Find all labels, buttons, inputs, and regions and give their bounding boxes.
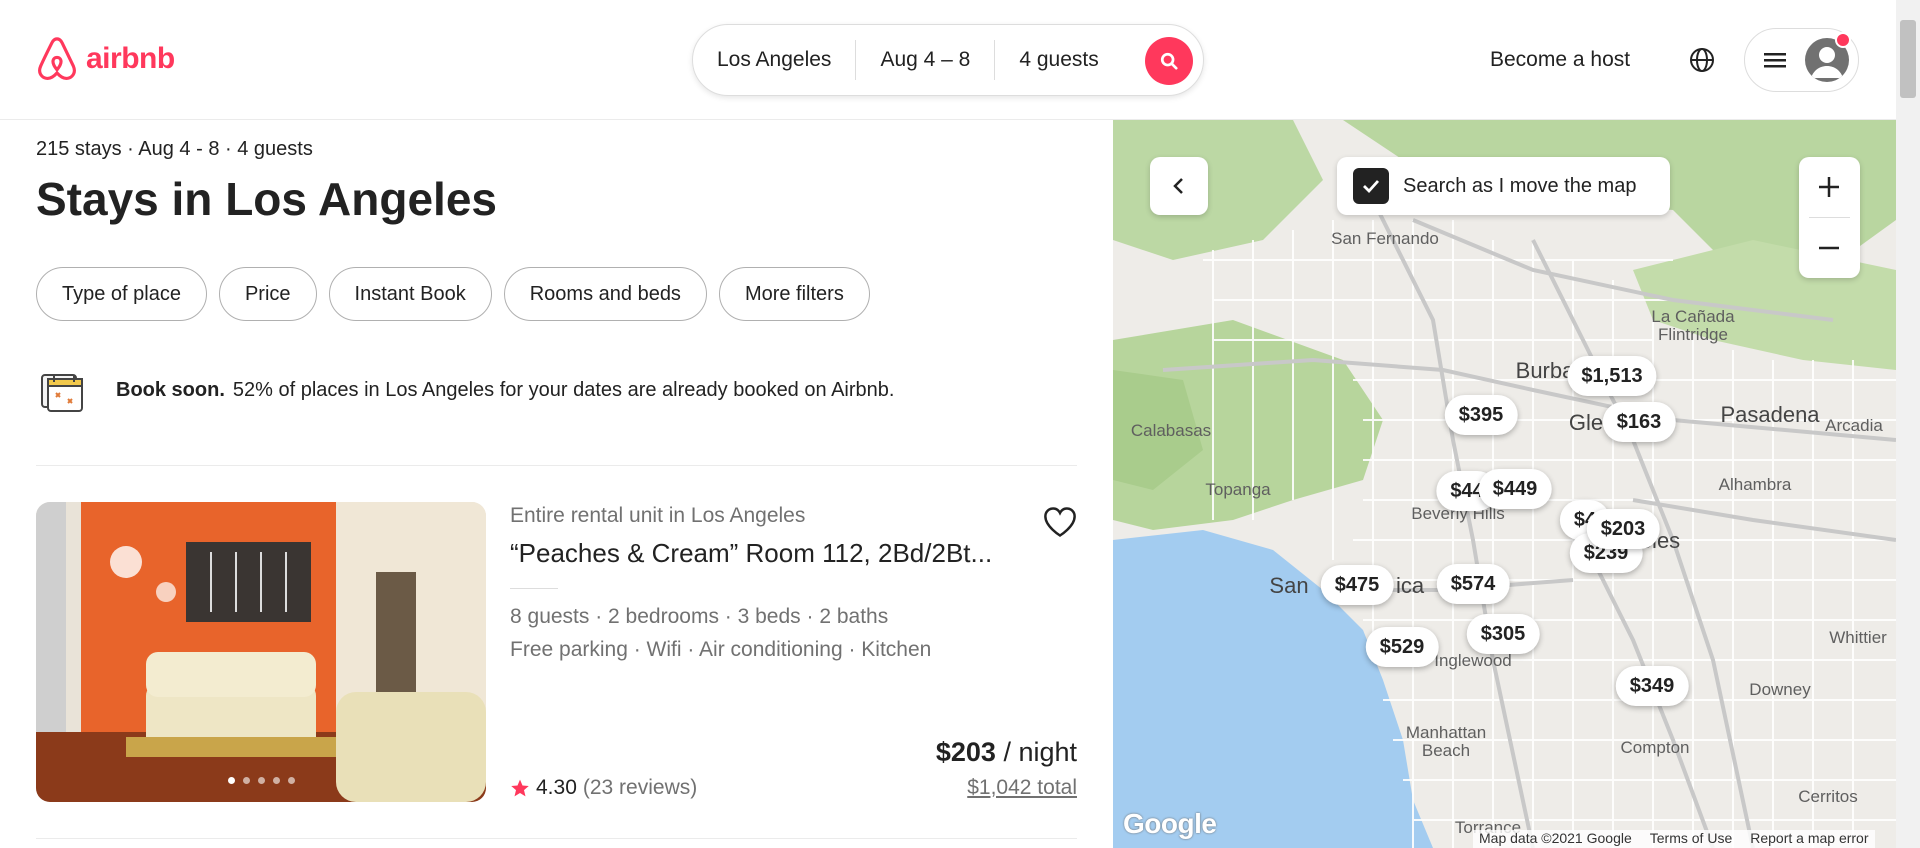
divider xyxy=(36,838,1077,839)
price-pin[interactable]: $163 xyxy=(1602,402,1676,442)
photo-carousel-dots[interactable] xyxy=(36,777,486,784)
book-soon-banner: Book soon. 52% of places in Los Angeles f… xyxy=(36,365,894,415)
filter-bar: Type of place Price Instant Book Rooms a… xyxy=(36,267,870,321)
checkbox-checked-icon[interactable] xyxy=(1353,168,1389,204)
report-map-error-link[interactable]: Report a map error xyxy=(1750,830,1868,848)
zoom-in-icon[interactable] xyxy=(1817,175,1841,199)
map-label: ica xyxy=(1395,573,1425,598)
airbnb-logo-icon xyxy=(38,37,76,80)
collapse-map-button[interactable] xyxy=(1150,157,1208,215)
map-label: Gle xyxy=(1568,410,1604,435)
carousel-dot[interactable] xyxy=(257,777,265,784)
map-label: Burba xyxy=(1515,358,1575,383)
listing-total-link[interactable]: $1,042 total xyxy=(967,776,1077,800)
map-label: Inglewood xyxy=(1434,651,1512,670)
search-as-move-toggle[interactable]: Search as I move the map xyxy=(1337,157,1670,215)
search-button[interactable] xyxy=(1145,37,1193,85)
become-host-link[interactable]: Become a host xyxy=(1490,48,1630,72)
results-summary: 215 stays · Aug 4 - 8 · 4 guests xyxy=(36,138,313,160)
star-icon xyxy=(511,779,529,797)
map-data-credit: Map data ©2021 Google xyxy=(1479,830,1632,846)
search-location[interactable]: Los Angeles xyxy=(693,40,855,80)
listing-separator xyxy=(510,588,558,589)
filter-instant-book[interactable]: Instant Book xyxy=(328,267,492,321)
price-pin[interactable]: $1,513 xyxy=(1567,356,1657,396)
filter-price[interactable]: Price xyxy=(218,267,317,321)
page-title: Stays in Los Angeles xyxy=(36,173,497,225)
map-label: San xyxy=(1269,573,1309,598)
listing-name[interactable]: “Peaches & Cream” Room 112, 2Bd/2Bt... xyxy=(510,538,992,569)
listing-rating: 4.30 (23 reviews) xyxy=(510,776,697,800)
filter-type-of-place[interactable]: Type of place xyxy=(36,267,207,321)
search-guests[interactable]: 4 guests xyxy=(995,40,1122,80)
zoom-divider xyxy=(1809,217,1850,218)
filter-more-filters[interactable]: More filters xyxy=(718,267,870,321)
results-panel: 215 stays · Aug 4 - 8 · 4 guests Stays i… xyxy=(0,120,1113,848)
airbnb-logo[interactable]: airbnb xyxy=(34,34,175,84)
search-as-move-label: Search as I move the map xyxy=(1403,174,1637,197)
carousel-dot[interactable] xyxy=(272,777,280,784)
price-pin[interactable]: $305 xyxy=(1466,614,1540,654)
search-icon xyxy=(1160,52,1178,70)
brand-name: airbnb xyxy=(86,42,175,75)
price-per-night: $203 xyxy=(935,737,996,767)
listing-photo-image xyxy=(36,502,486,802)
map-label: Pasadena xyxy=(1720,402,1820,427)
divider xyxy=(36,465,1077,466)
zoom-controls xyxy=(1799,157,1860,278)
listing-amenities: Free parking · Wifi · Air conditioning ·… xyxy=(510,638,932,661)
price-unit: / night xyxy=(995,737,1077,767)
map-label: Calabasas xyxy=(1130,421,1212,440)
review-count: (23 reviews) xyxy=(582,776,698,799)
hamburger-icon xyxy=(1764,53,1786,68)
book-soon-title: Book soon. xyxy=(116,378,225,401)
price-pin[interactable]: $529 xyxy=(1365,627,1439,667)
price-pin[interactable]: $475 xyxy=(1320,565,1394,605)
listing-photo[interactable] xyxy=(36,502,486,802)
calendar-icon xyxy=(41,374,83,412)
map-label: San Fernando xyxy=(1331,229,1439,248)
terms-of-use-link[interactable]: Terms of Use xyxy=(1650,830,1732,848)
google-logo: Google xyxy=(1123,808,1217,839)
filter-rooms-and-beds[interactable]: Rooms and beds xyxy=(503,267,707,321)
price-pin[interactable]: $349 xyxy=(1615,666,1689,706)
page-scrollbar[interactable] xyxy=(1896,0,1920,848)
price-pin[interactable]: $395 xyxy=(1444,395,1518,435)
map-label: Compton xyxy=(1620,738,1690,757)
globe-icon[interactable] xyxy=(1688,46,1716,74)
listing-features: 8 guests · 2 bedrooms · 3 beds · 2 baths xyxy=(510,605,889,628)
top-header: airbnb Los Angeles Aug 4 – 8 4 guests Be… xyxy=(0,0,1896,120)
listing-type: Entire rental unit in Los Angeles xyxy=(510,504,806,527)
search-bar[interactable]: Los Angeles Aug 4 – 8 4 guests xyxy=(692,24,1204,96)
map-label: Manhattan Beach xyxy=(1405,723,1487,760)
map-label: Downey xyxy=(1749,680,1811,699)
map-label: Topanga xyxy=(1205,480,1271,499)
map-label: La Cañada Flintridge xyxy=(1651,307,1735,344)
map-label: Whittier xyxy=(1829,628,1887,647)
map-label: Arcadia xyxy=(1825,416,1883,435)
carousel-dot[interactable] xyxy=(242,777,250,784)
price-pin[interactable]: $574 xyxy=(1436,564,1510,604)
notification-dot xyxy=(1835,32,1851,48)
map-attribution: Map data ©2021 Google Terms of Use Repor… xyxy=(1473,830,1875,848)
rating-value: 4.30 xyxy=(536,776,577,799)
carousel-dot[interactable] xyxy=(227,777,235,784)
price-pin[interactable]: $449 xyxy=(1478,469,1552,509)
zoom-out-icon[interactable] xyxy=(1817,236,1841,260)
listing-price: $203 / night xyxy=(936,737,1077,768)
chevron-left-icon xyxy=(1173,178,1183,194)
map-label: Alhambra xyxy=(1718,475,1792,494)
book-soon-text: 52% of places in Los Angeles for your da… xyxy=(232,378,895,401)
map-label: Cerritos xyxy=(1798,787,1858,806)
results-map[interactable]: San Fernando Burba La Cañada Flintridge … xyxy=(1113,120,1896,848)
scrollbar-thumb[interactable] xyxy=(1900,20,1916,98)
search-dates[interactable]: Aug 4 – 8 xyxy=(856,40,994,80)
heart-icon[interactable] xyxy=(1042,504,1078,540)
price-pin[interactable]: $203 xyxy=(1586,509,1660,549)
carousel-dot[interactable] xyxy=(287,777,295,784)
